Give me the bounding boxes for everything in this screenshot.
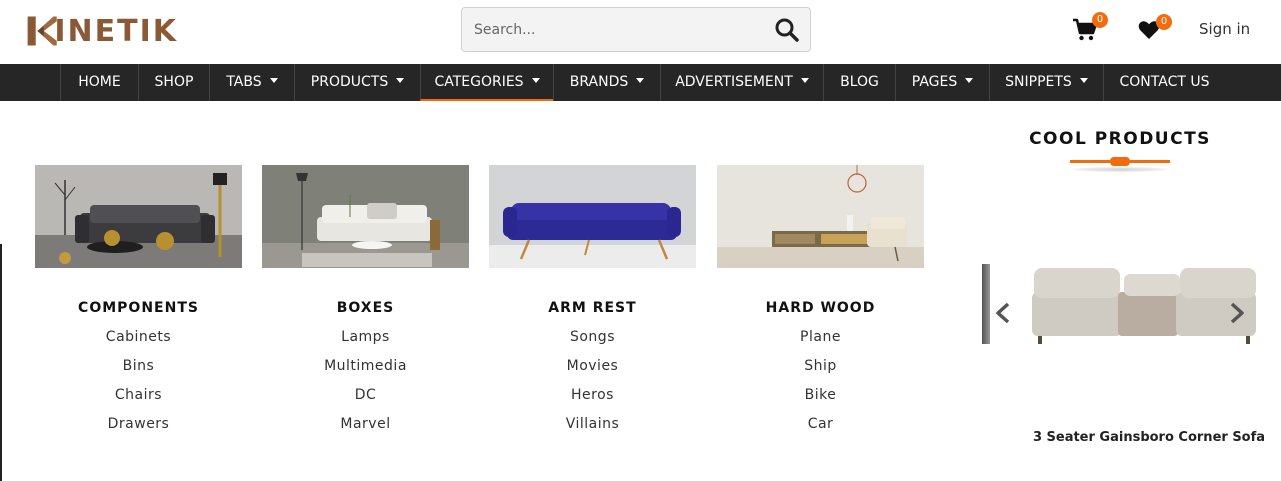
logo[interactable]: INETIK bbox=[26, 11, 178, 51]
carousel-edge bbox=[982, 264, 990, 344]
nav-item-snippets[interactable]: SNIPPETS bbox=[989, 64, 1103, 101]
search-input[interactable] bbox=[474, 8, 764, 51]
category-link[interactable]: Movies bbox=[489, 358, 696, 374]
category-link[interactable]: Lamps bbox=[262, 329, 469, 345]
product-image[interactable] bbox=[1030, 262, 1258, 348]
caret-down-icon bbox=[531, 77, 540, 83]
caret-down-icon bbox=[636, 77, 645, 83]
caret-down-icon bbox=[396, 77, 405, 83]
caret-down-icon bbox=[269, 77, 278, 83]
category-link[interactable]: Bike bbox=[717, 387, 924, 403]
nav-item-label: CONTACT US bbox=[1119, 74, 1210, 90]
title-shadow bbox=[1075, 167, 1165, 172]
logo-text: INETIK bbox=[54, 13, 178, 49]
main-nav: HOME SHOP TABS PRODUCTS CATEGORIES BRAND… bbox=[0, 64, 1281, 101]
caret-down-icon bbox=[800, 77, 809, 83]
nav-item-label: TABS bbox=[226, 74, 262, 90]
divider bbox=[0, 244, 2, 481]
product-name[interactable]: 3 Seater Gainsboro Corner Sofa bbox=[1020, 430, 1278, 445]
category-link[interactable]: Cabinets bbox=[35, 329, 242, 345]
cart-count-badge: 0 bbox=[1092, 12, 1108, 28]
nav-item-categories[interactable]: CATEGORIES bbox=[420, 64, 553, 101]
category-link[interactable]: Heros bbox=[489, 387, 696, 403]
nav-item-label: HOME bbox=[78, 74, 121, 90]
caret-down-icon bbox=[965, 77, 974, 83]
nav-item-pages[interactable]: PAGES bbox=[895, 64, 989, 101]
nav-item-home[interactable]: HOME bbox=[60, 64, 138, 101]
nav-item-label: SHOP bbox=[154, 74, 194, 90]
category-image-components[interactable] bbox=[35, 165, 242, 268]
nav-item-label: BRANDS bbox=[569, 74, 629, 90]
category-link[interactable]: Marvel bbox=[262, 416, 469, 432]
category-link[interactable]: Drawers bbox=[35, 416, 242, 432]
nav-item-label: PRODUCTS bbox=[310, 74, 389, 90]
nav-item-label: BLOG bbox=[840, 74, 879, 90]
nav-item-label: CATEGORIES bbox=[434, 74, 524, 90]
category-link[interactable]: Multimedia bbox=[262, 358, 469, 374]
chevron-left-icon[interactable] bbox=[994, 302, 1012, 324]
category-link[interactable]: Songs bbox=[489, 329, 696, 345]
category-link[interactable]: Ship bbox=[717, 358, 924, 374]
nav-item-label: SNIPPETS bbox=[1005, 74, 1072, 90]
wishlist-count-badge: 0 bbox=[1156, 14, 1172, 30]
nav-item-blog[interactable]: BLOG bbox=[823, 64, 895, 101]
category-title-arm-rest[interactable]: ARM REST bbox=[489, 300, 696, 316]
nav-item-advertisement[interactable]: ADVERTISEMENT bbox=[660, 64, 823, 101]
caret-down-icon bbox=[1079, 77, 1088, 83]
nav-item-contact-us[interactable]: CONTACT US bbox=[1103, 64, 1225, 101]
category-image-boxes[interactable] bbox=[262, 165, 469, 268]
nav-item-brands[interactable]: BRANDS bbox=[553, 64, 660, 101]
category-link[interactable]: Plane bbox=[717, 329, 924, 345]
cool-products-title: COOL PRODUCTS bbox=[1029, 129, 1211, 149]
category-link[interactable]: Car bbox=[717, 416, 924, 432]
nav-item-products[interactable]: PRODUCTS bbox=[294, 64, 420, 101]
nav-item-label: ADVERTISEMENT bbox=[675, 74, 793, 90]
category-image-arm-rest[interactable] bbox=[489, 165, 696, 268]
category-link[interactable]: Bins bbox=[35, 358, 242, 374]
category-title-boxes[interactable]: BOXES bbox=[262, 300, 469, 316]
category-link[interactable]: Chairs bbox=[35, 387, 242, 403]
category-link[interactable]: DC bbox=[262, 387, 469, 403]
chevron-right-icon[interactable] bbox=[1228, 302, 1246, 324]
header: INETIK 0 0 Sign in bbox=[0, 0, 1281, 64]
category-title-hard-wood[interactable]: HARD WOOD bbox=[717, 300, 924, 316]
title-underline-dot bbox=[1110, 157, 1130, 166]
nav-item-shop[interactable]: SHOP bbox=[138, 64, 209, 101]
category-title-components[interactable]: COMPONENTS bbox=[35, 300, 242, 316]
nav-item-label: PAGES bbox=[911, 74, 958, 90]
search-icon[interactable] bbox=[774, 17, 800, 43]
search-box bbox=[461, 7, 811, 52]
category-image-hard-wood[interactable] bbox=[717, 165, 924, 268]
category-link[interactable]: Villains bbox=[489, 416, 696, 432]
nav-item-tabs[interactable]: TABS bbox=[209, 64, 294, 101]
sign-in-link[interactable]: Sign in bbox=[1199, 20, 1250, 38]
